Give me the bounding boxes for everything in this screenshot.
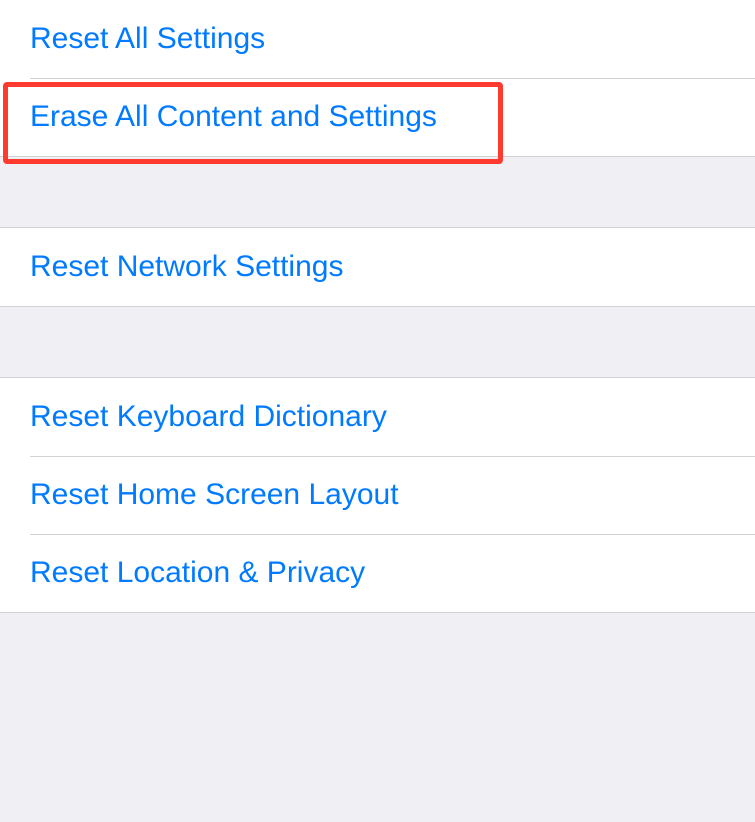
bottom-spacer xyxy=(0,613,755,822)
reset-keyboard-dictionary-button[interactable]: Reset Keyboard Dictionary xyxy=(0,378,755,456)
section-spacer xyxy=(0,307,755,377)
settings-group-2: Reset Network Settings xyxy=(0,227,755,307)
reset-network-settings-button[interactable]: Reset Network Settings xyxy=(0,228,755,306)
reset-home-screen-button[interactable]: Reset Home Screen Layout xyxy=(0,456,755,534)
settings-group-3: Reset Keyboard Dictionary Reset Home Scr… xyxy=(0,377,755,613)
reset-location-privacy-button[interactable]: Reset Location & Privacy xyxy=(0,534,755,612)
erase-all-content-button[interactable]: Erase All Content and Settings xyxy=(0,78,755,156)
section-spacer xyxy=(0,157,755,227)
reset-all-settings-button[interactable]: Reset All Settings xyxy=(0,0,755,78)
settings-group-1: Reset All Settings Erase All Content and… xyxy=(0,0,755,157)
